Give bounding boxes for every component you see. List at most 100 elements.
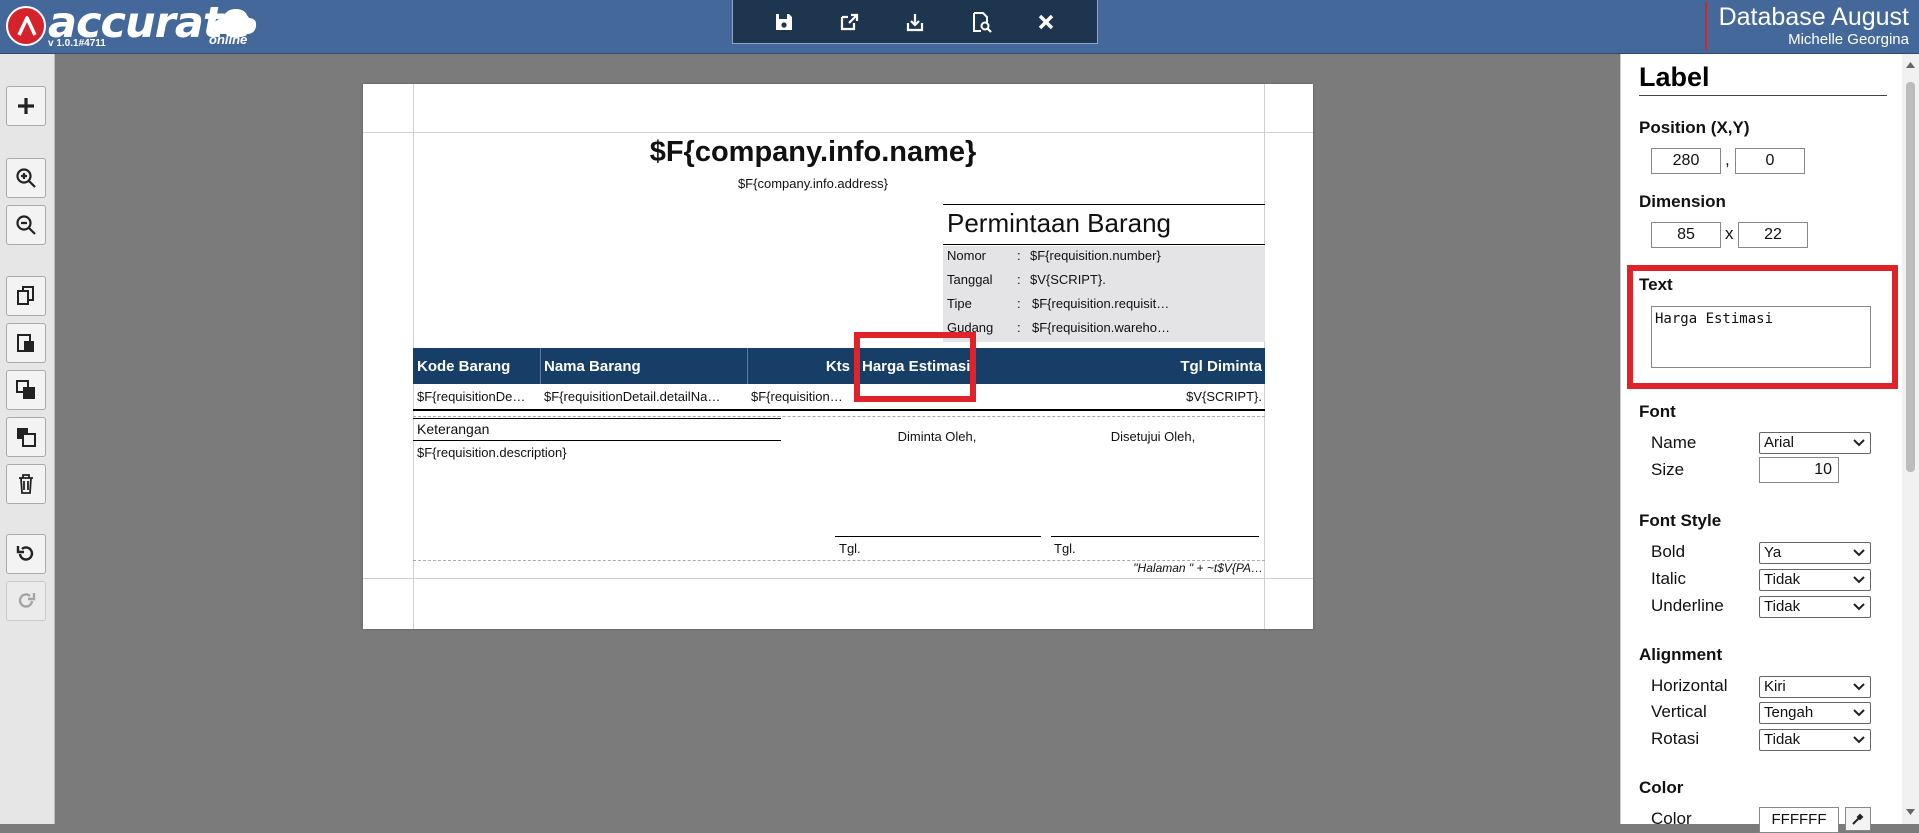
row-tgl-diminta[interactable]: $V{SCRIPT}. — [1103, 389, 1262, 404]
row-nama-barang[interactable]: $F{requisitionDetail.detailNa… — [544, 389, 744, 404]
color-value-input[interactable]: FFFFFF — [1759, 807, 1839, 833]
field-separator: : — [1017, 272, 1021, 287]
dimension-height-input[interactable]: 22 — [1738, 222, 1808, 248]
font-label: Font — [1639, 402, 1676, 421]
scroll-up-icon[interactable] — [1905, 60, 1916, 69]
chevron-down-icon — [1853, 576, 1865, 584]
diminta-oleh[interactable]: Diminta Oleh, — [837, 429, 1037, 444]
scroll-down-icon[interactable] — [1905, 808, 1916, 817]
rotasi-select[interactable]: Tidak — [1759, 729, 1871, 751]
user-name: Michelle Georgina — [1788, 31, 1909, 48]
close-icon[interactable] — [1029, 5, 1063, 39]
add-icon[interactable] — [6, 86, 46, 126]
paste-icon[interactable] — [6, 323, 46, 363]
field-separator: : — [1017, 248, 1021, 263]
horizontal-value: Kiri — [1764, 678, 1786, 695]
copy-icon[interactable] — [6, 276, 46, 316]
col-kode-barang[interactable]: Kode Barang — [417, 358, 510, 375]
download-icon[interactable] — [898, 5, 932, 39]
zoom-out-icon[interactable] — [6, 205, 46, 245]
alignment-label: Alignment — [1639, 645, 1723, 664]
zoom-in-icon[interactable] — [6, 158, 46, 198]
signature-line — [1051, 536, 1259, 537]
field-value[interactable]: $F{requisition.requisit… — [1032, 296, 1169, 311]
app-version: v 1.0.1#4711 — [48, 38, 106, 49]
margin-guide — [363, 578, 1313, 579]
rotasi-value: Tidak — [1764, 731, 1801, 748]
bring-front-icon[interactable] — [6, 370, 46, 410]
field-value[interactable]: $V{SCRIPT}. — [1030, 272, 1106, 287]
chevron-down-icon — [1853, 683, 1865, 691]
title-top-line — [943, 204, 1265, 205]
send-back-icon[interactable] — [6, 417, 46, 457]
panel-scrollbar[interactable] — [1902, 54, 1919, 824]
field-value[interactable]: $F{requisition.number} — [1030, 248, 1161, 263]
chevron-down-icon — [1853, 439, 1865, 447]
band-divider — [413, 416, 1265, 417]
field-separator: : — [1017, 296, 1021, 311]
row-kode-barang[interactable]: $F{requisitionDe… — [417, 389, 537, 404]
disetujui-oleh[interactable]: Disetujui Oleh, — [1053, 429, 1253, 444]
dimension-width-input[interactable]: 85 — [1651, 222, 1721, 248]
horizontal-select[interactable]: Kiri — [1759, 676, 1871, 698]
top-bar: accurate online v 1.0.1#4711 Database Au… — [0, 0, 1919, 54]
doc-title[interactable]: Permintaan Barang — [947, 208, 1171, 239]
row-kts[interactable]: $F{requisition… — [751, 389, 853, 404]
color-picker-button[interactable] — [1845, 807, 1871, 831]
save-icon[interactable] — [767, 5, 801, 39]
bold-select[interactable]: Ya — [1759, 542, 1871, 564]
keterangan-value[interactable]: $F{requisition.description} — [417, 445, 567, 460]
redo-icon[interactable] — [6, 581, 46, 621]
tgl-label[interactable]: Tgl. — [839, 541, 861, 556]
italic-value: Tidak — [1764, 571, 1801, 588]
row-bottom-line — [413, 409, 1265, 411]
col-tgl-diminta[interactable]: Tgl Diminta — [1103, 358, 1262, 375]
logo-mark-icon — [6, 6, 46, 46]
database-info: Database August Michelle Georgina — [1704, 2, 1909, 50]
left-toolbar — [0, 54, 55, 824]
signature-line — [835, 536, 1041, 537]
undo-icon[interactable] — [6, 534, 46, 574]
font-size-label: Size — [1651, 460, 1685, 479]
preview-icon[interactable] — [964, 5, 998, 39]
panel-title: Label — [1639, 62, 1887, 96]
text-value-textarea[interactable]: Harga Estimasi — [1651, 306, 1871, 368]
horizontal-label: Horizontal — [1651, 676, 1728, 695]
chevron-down-icon — [1853, 603, 1865, 611]
font-size-input[interactable]: 10 — [1759, 457, 1839, 483]
delete-icon[interactable] — [6, 464, 46, 504]
field-label[interactable]: Tanggal — [947, 272, 993, 287]
export-icon[interactable] — [832, 5, 866, 39]
column-divider — [540, 348, 541, 384]
vertical-select[interactable]: Tengah — [1759, 702, 1871, 724]
text-label: Text — [1639, 275, 1673, 294]
company-address[interactable]: $F{company.info.address} — [633, 176, 993, 191]
app-logo: accurate online v 1.0.1#4711 — [6, 0, 257, 52]
col-nama-barang[interactable]: Nama Barang — [544, 358, 641, 375]
properties-panel: Label Position (X,Y) 280 , 0 Dimension 8… — [1620, 54, 1919, 833]
vertical-value: Tengah — [1764, 704, 1814, 721]
underline-select[interactable]: Tidak — [1759, 596, 1871, 618]
field-label[interactable]: Tipe — [947, 296, 972, 311]
scrollbar-thumb[interactable] — [1906, 82, 1915, 472]
font-name-select[interactable]: Arial — [1759, 432, 1871, 454]
underline-value: Tidak — [1764, 598, 1801, 615]
bold-value: Ya — [1764, 544, 1782, 561]
italic-select[interactable]: Tidak — [1759, 569, 1871, 591]
page-number-field[interactable]: "Halaman " + ~t$V{PA… — [1063, 561, 1263, 575]
dimension-label: Dimension — [1639, 192, 1726, 211]
field-value[interactable]: $F{requisition.wareho… — [1032, 320, 1170, 335]
font-name-value: Arial — [1764, 434, 1795, 451]
field-label[interactable]: Nomor — [947, 248, 986, 263]
tgl-label[interactable]: Tgl. — [1054, 541, 1076, 556]
font-name-label: Name — [1651, 433, 1697, 452]
report-canvas[interactable]: $F{company.info.name} $F{company.info.ad… — [363, 84, 1313, 629]
position-y-input[interactable]: 0 — [1735, 148, 1805, 174]
col-kts[interactable]: Kts — [750, 358, 850, 375]
keterangan-label[interactable]: Keterangan — [417, 421, 489, 437]
rotasi-label: Rotasi — [1651, 729, 1700, 748]
company-name[interactable]: $F{company.info.name} — [633, 136, 993, 169]
italic-label: Italic — [1651, 569, 1686, 588]
position-x-input[interactable]: 280 — [1651, 148, 1721, 174]
keterangan-top-line — [413, 418, 781, 419]
